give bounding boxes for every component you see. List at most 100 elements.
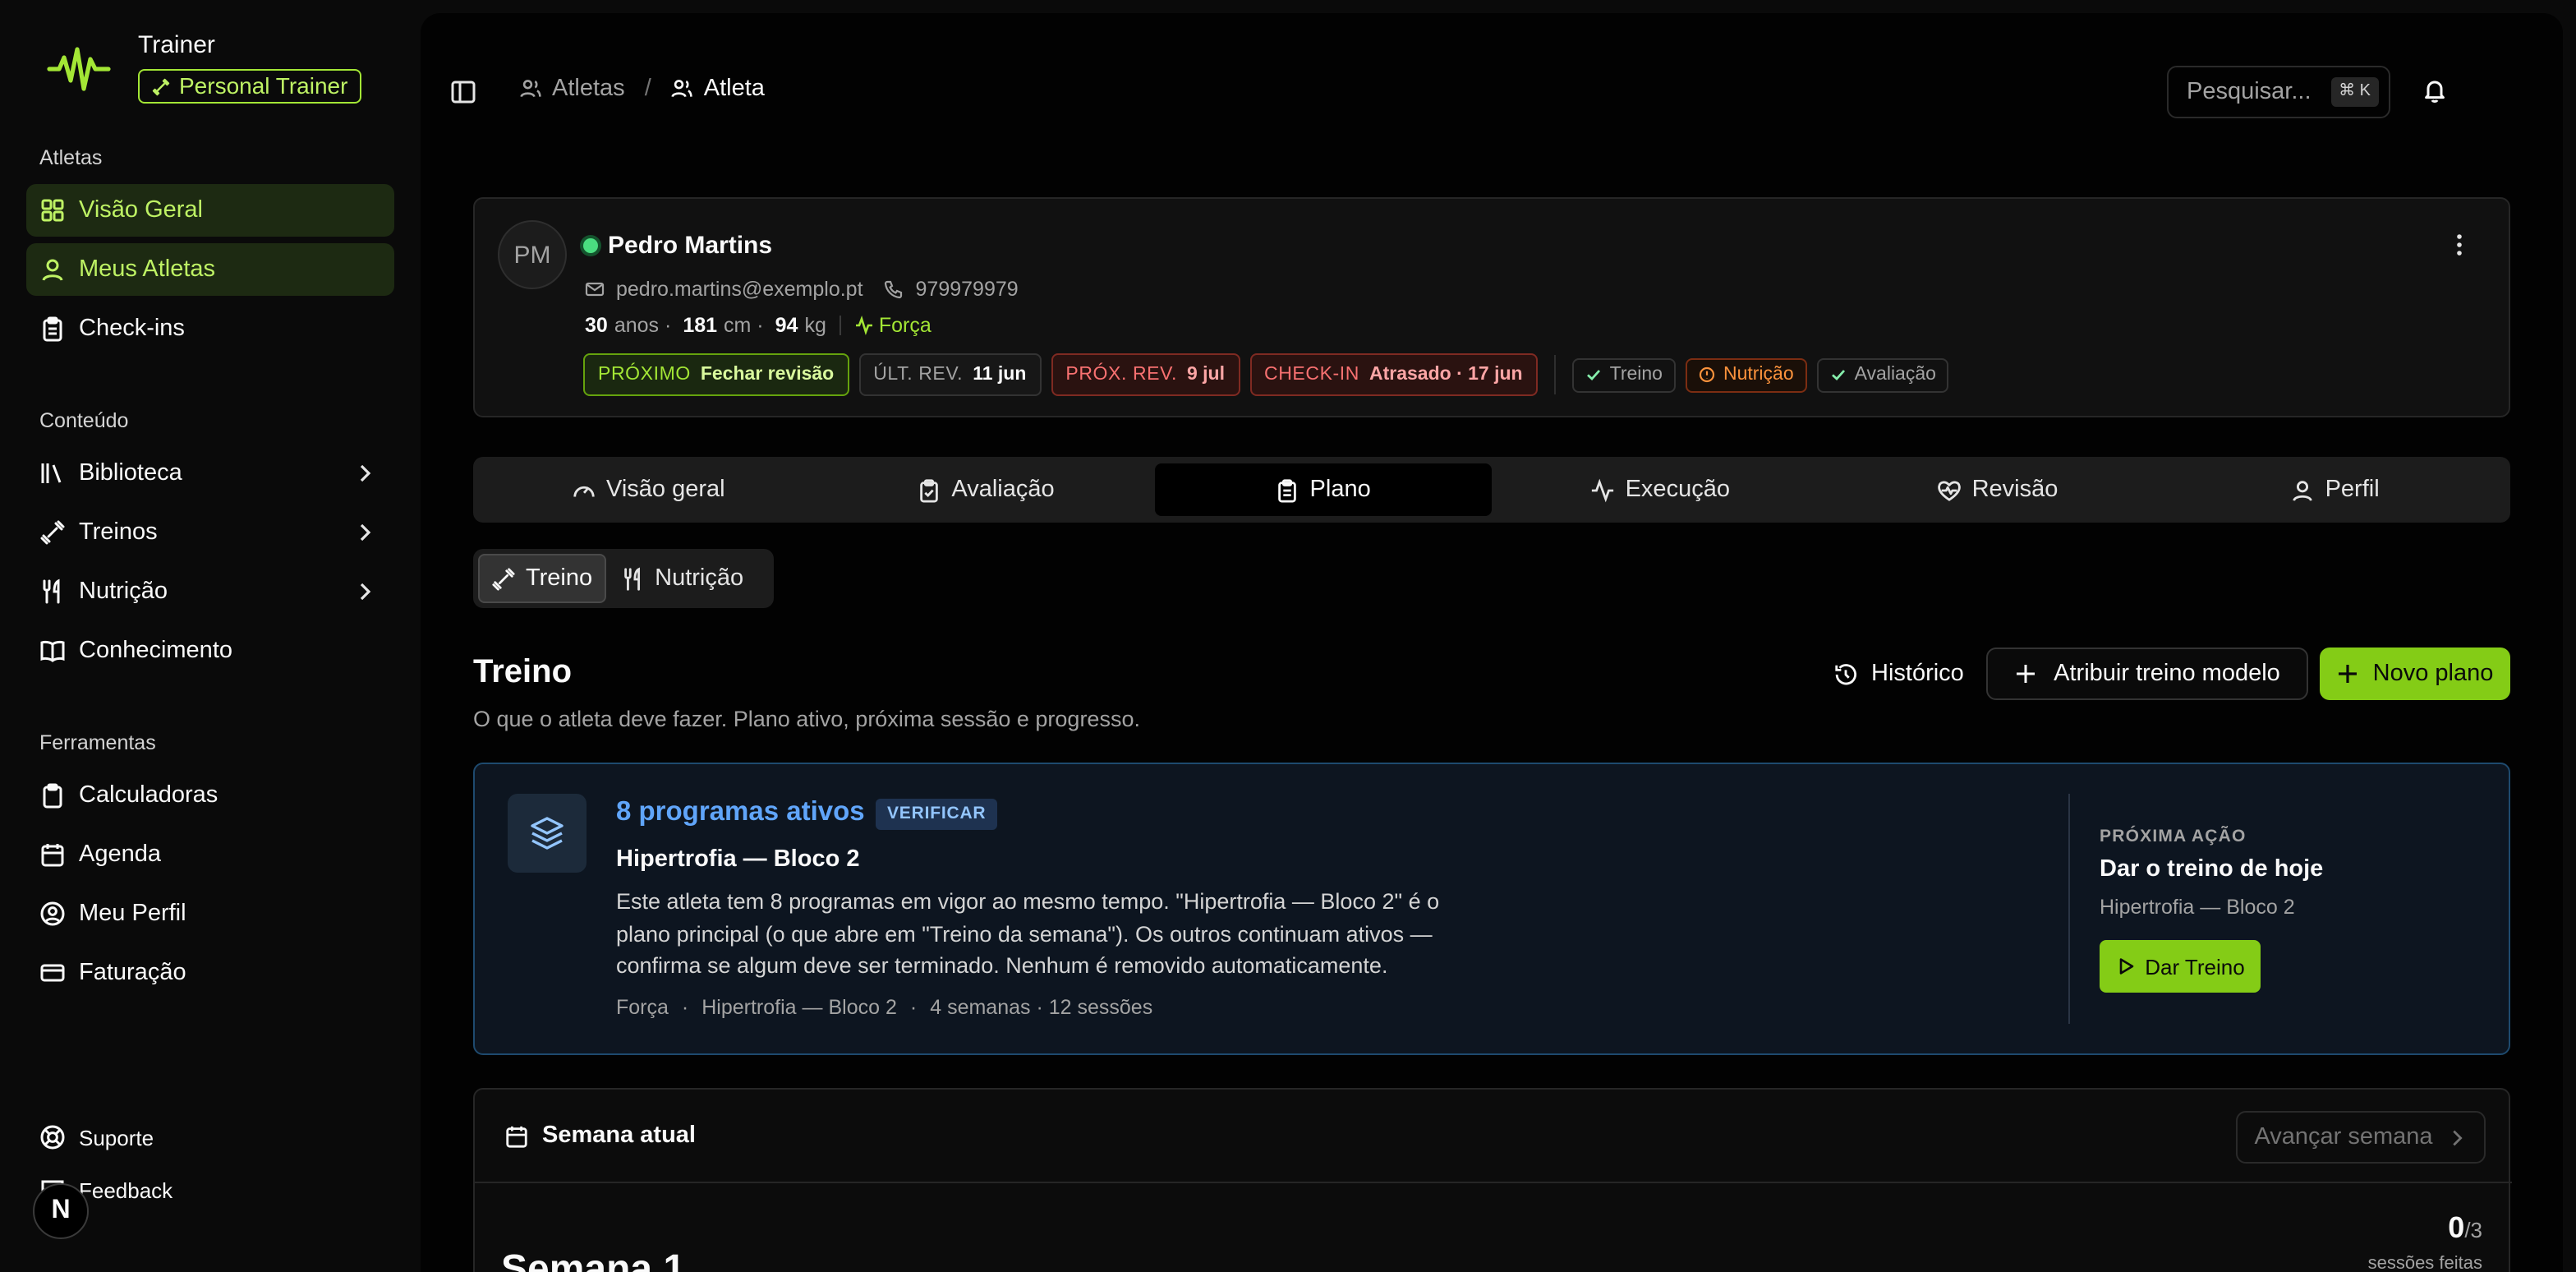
nav-group-atletas: Atletas Visão Geral Meus Atletas Check-i… xyxy=(26,141,394,355)
tab-avaliacao[interactable]: Avaliação xyxy=(817,463,1155,516)
sidebar-item-label: Nutrição xyxy=(79,578,168,605)
segment-nutricao[interactable]: Nutrição xyxy=(609,554,755,603)
main-panel: Atletas / Atleta Pesquisar... ⌘ K PM Ped… xyxy=(421,13,2563,1272)
chip-proximo[interactable]: PRÓXIMO Fechar revisão xyxy=(583,353,849,396)
sidebar-item-label: Calculadoras xyxy=(79,782,218,809)
sessions-done-label: sessões feitas xyxy=(2367,1254,2482,1272)
new-plan-button[interactable]: Novo plano xyxy=(2320,648,2510,700)
sidebar-item-faturacao[interactable]: Faturação xyxy=(26,947,394,999)
athlete-name-row: Pedro Martins xyxy=(583,232,772,260)
meta-item: 4 semanas · 12 sessões xyxy=(930,996,1153,1019)
week-header: Semana atual Avançar semana xyxy=(475,1090,2512,1183)
sidebar-item-nutricao[interactable]: Nutrição xyxy=(26,565,394,618)
user-icon xyxy=(2293,480,2313,500)
current-week-card: Semana atual Avançar semana Semana 1 0/3… xyxy=(473,1088,2512,1272)
nav-group-conteudo: Conteúdo Biblioteca Treinos Nutrição Con… xyxy=(26,404,394,677)
credit-card-icon xyxy=(39,960,66,986)
user-circle-icon xyxy=(39,901,66,927)
sidebar-toggle-icon[interactable] xyxy=(450,79,476,105)
tab-visao-geral[interactable]: Visão geral xyxy=(480,463,817,516)
sidebar-item-label: Faturação xyxy=(79,960,186,986)
meta-item: Força xyxy=(616,996,669,1019)
plan-type-toggle: Treino Nutrição xyxy=(473,549,774,608)
sidebar-item-biblioteca[interactable]: Biblioteca xyxy=(26,447,394,500)
chip-key: PRÓX. REV. xyxy=(1065,365,1177,385)
assign-template-button[interactable]: Atribuir treino modelo xyxy=(1986,648,2308,700)
breadcrumb-atletas[interactable]: Atletas xyxy=(519,76,625,102)
give-workout-button[interactable]: Dar Treino xyxy=(2100,940,2261,993)
activity-icon xyxy=(855,316,872,335)
more-vertical-icon[interactable] xyxy=(2446,232,2472,258)
age-unit: anos · xyxy=(614,314,672,337)
sidebar-item-meus-atletas[interactable]: Meus Atletas xyxy=(26,243,394,296)
layers-icon xyxy=(508,794,586,873)
sidebar: Trainer Personal Trainer Atletas Visão G… xyxy=(0,0,421,1272)
section-title: Treino xyxy=(473,654,573,690)
advance-week-button[interactable]: Avançar semana xyxy=(2236,1111,2486,1164)
history-label: Histórico xyxy=(1871,661,1964,687)
chevron-right-icon xyxy=(360,464,371,482)
brand[interactable]: Trainer Personal Trainer xyxy=(46,30,361,104)
history-icon xyxy=(1835,663,1857,684)
dumbbell-icon xyxy=(492,567,515,590)
next-action-title: Dar o treino de hoje xyxy=(2100,856,2324,883)
dashboard-icon xyxy=(39,197,66,224)
sidebar-item-label: Check-ins xyxy=(79,316,185,342)
chevron-right-icon xyxy=(360,583,371,601)
tab-perfil[interactable]: Perfil xyxy=(2166,463,2504,516)
give-workout-label: Dar Treino xyxy=(2145,954,2245,979)
sidebar-item-meu-perfil[interactable]: Meu Perfil xyxy=(26,887,394,940)
chip-value: Atrasado · 17 jun xyxy=(1369,365,1523,385)
breadcrumb-label: Atleta xyxy=(703,76,765,102)
chip-key: CHECK-IN xyxy=(1264,365,1359,385)
search-input[interactable]: Pesquisar... ⌘ K xyxy=(2167,66,2390,118)
advance-week-label: Avançar semana xyxy=(2254,1124,2433,1150)
sidebar-item-label: Agenda xyxy=(79,841,161,868)
calendar-icon xyxy=(506,1125,527,1147)
tab-revisao[interactable]: Revisão xyxy=(1829,463,2167,516)
status-label: Avaliação xyxy=(1854,365,1936,385)
sidebar-item-treinos[interactable]: Treinos xyxy=(26,506,394,559)
sidebar-item-agenda[interactable]: Agenda xyxy=(26,828,394,881)
meta-separator: · xyxy=(681,996,689,1019)
search-placeholder: Pesquisar... xyxy=(2187,79,2312,105)
user-avatar[interactable]: N xyxy=(33,1183,89,1239)
athlete-email[interactable]: pedro.martins@exemplo.pt xyxy=(616,278,863,301)
sidebar-item-calculadoras[interactable]: Calculadoras xyxy=(26,769,394,822)
meta-item: Hipertrofia — Bloco 2 xyxy=(702,996,897,1019)
play-icon xyxy=(2118,958,2133,975)
breadcrumb: Atletas / Atleta xyxy=(519,76,765,102)
segment-treino[interactable]: Treino xyxy=(478,554,606,603)
tab-execucao[interactable]: Execução xyxy=(1492,463,1829,516)
tab-label: Visão geral xyxy=(606,477,725,503)
plus-icon xyxy=(2339,665,2358,683)
chip-key: PRÓXIMO xyxy=(598,365,691,385)
nav-group-ferramentas: Ferramentas Calculadoras Agenda Meu Perf… xyxy=(26,726,394,999)
tab-label: Perfil xyxy=(2325,477,2380,503)
sidebar-item-check-ins[interactable]: Check-ins xyxy=(26,302,394,355)
sidebar-item-visao-geral[interactable]: Visão Geral xyxy=(26,184,394,237)
calendar-icon xyxy=(39,841,66,868)
active-programs-card: 8 programas ativos VERIFICAR Hipertrofia… xyxy=(473,763,2510,1055)
brand-title: Trainer xyxy=(138,31,215,59)
sessions-total: /3 xyxy=(2464,1218,2482,1242)
sidebar-item-conhecimento[interactable]: Conhecimento xyxy=(26,624,394,677)
athlete-phone[interactable]: 979979979 xyxy=(916,278,1019,301)
sidebar-item-suporte[interactable]: Suporte xyxy=(26,1111,394,1164)
chip-check-in[interactable]: CHECK-IN Atrasado · 17 jun xyxy=(1249,353,1538,396)
sidebar-item-label: Meu Perfil xyxy=(79,901,186,927)
alert-circle-icon xyxy=(1699,366,1715,383)
activity-icon xyxy=(1592,477,1614,502)
tab-plano[interactable]: Plano xyxy=(1154,463,1492,516)
bell-icon[interactable] xyxy=(2422,77,2448,104)
history-button[interactable]: Histórico xyxy=(1820,648,1977,700)
tab-label: Execução xyxy=(1625,477,1730,503)
users-icon xyxy=(520,80,541,98)
programs-title[interactable]: 8 programas ativos xyxy=(616,797,865,828)
breadcrumb-separator: / xyxy=(644,76,651,102)
height-unit: cm · xyxy=(724,314,764,337)
athlete-status-chips: PRÓXIMO Fechar revisão ÚLT. REV. 11 jun PR… xyxy=(583,353,1949,396)
clipboard-icon xyxy=(39,316,66,342)
pulse-logo-icon xyxy=(47,47,111,91)
sidebar-item-label: Biblioteca xyxy=(79,460,182,486)
